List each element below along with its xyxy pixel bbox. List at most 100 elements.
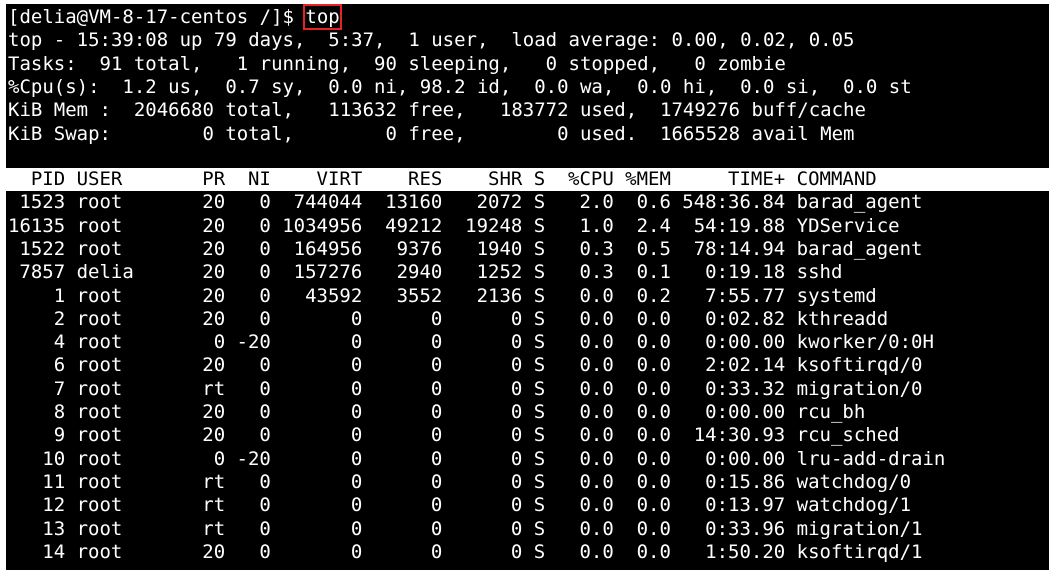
cell-time: 0:00.00 <box>705 331 786 354</box>
cell-mem: 0.0 <box>636 401 671 423</box>
cell-state: S <box>533 331 546 354</box>
column-header-pr: PR <box>202 168 226 190</box>
cell-pid: 7 <box>53 377 66 400</box>
cell-ni: 0 <box>259 540 271 563</box>
cell-shr: 0 <box>510 540 523 563</box>
cell-command: ksoftirqd/1 <box>796 540 923 563</box>
cell-pid: 14 <box>42 540 66 563</box>
cell-res: 0 <box>430 354 443 377</box>
cell-pr: 20 <box>202 214 226 237</box>
column-header-mem: %MEM <box>625 168 671 190</box>
table-row: 1 root 20 0 43592 3552 2136 S 0.0 0.2 7:55.77 syste… <box>6 285 1049 308</box>
cell-time: 0:13.97 <box>705 494 786 517</box>
cell-shr: 0 <box>510 470 523 493</box>
cell-pid: 1522 <box>19 237 66 260</box>
cell-res: 49212 <box>385 214 443 237</box>
shell-prompt: [delia@VM-8-17-centos /]$ <box>8 6 306 28</box>
cell-pr: 20 <box>202 540 226 563</box>
cell-shr: 0 <box>510 494 523 517</box>
cell-virt: 0 <box>350 494 363 517</box>
cell-pr: 20 <box>202 284 226 307</box>
cell-pid: 1523 <box>19 191 66 214</box>
cell-user: root <box>76 237 123 260</box>
cell-virt: 0 <box>350 424 363 447</box>
column-header-user: USER <box>76 168 123 190</box>
table-row: 2 root 20 0 0 0 0 S 0.0 0.0 0:02.82 kthreadd <box>6 308 1049 331</box>
summary-tasks: Tasks: 91 total, 1 running, 90 sleeping,… <box>8 52 786 75</box>
cell-cpu: 0.0 <box>579 401 614 423</box>
cell-time: 0:00.00 <box>705 401 786 423</box>
summary-mem: KiB Mem : 2046680 total, 113632 free, 18… <box>8 99 866 122</box>
cell-pid: 7857 <box>19 261 66 284</box>
cell-res: 0 <box>430 377 443 400</box>
cell-time: 78:14.94 <box>693 237 786 260</box>
cell-virt: 157276 <box>293 261 363 284</box>
cell-pr: 20 <box>202 191 226 214</box>
cell-state: S <box>533 214 546 237</box>
cell-shr: 2072 <box>476 191 523 214</box>
cell-mem: 2.4 <box>636 214 671 237</box>
summary-uptime: top - 15:39:08 up 79 days, 5:37, 1 user,… <box>8 29 855 52</box>
cell-time: 0:33.32 <box>705 377 786 400</box>
cell-time: 0:15.86 <box>705 470 786 493</box>
cell-cpu: 0.0 <box>579 470 614 493</box>
table-row: 13 root rt 0 0 0 0 S 0.0 0.0 0:33.96 migration/1 <box>6 518 1049 541</box>
cell-mem: 0.5 <box>636 237 671 260</box>
cell-state: S <box>533 354 546 377</box>
cell-virt: 0 <box>350 331 363 354</box>
prompt-line: [delia@VM-8-17-centos /]$ top <box>8 4 342 30</box>
cell-cpu: 0.3 <box>579 261 614 284</box>
cell-virt: 1034956 <box>282 214 363 237</box>
column-header-state: S <box>533 168 546 190</box>
table-row: 7 root rt 0 0 0 0 S 0.0 0.0 0:33.32 migration/0 <box>6 378 1049 401</box>
cell-ni: 0 <box>259 354 271 377</box>
cell-ni: 0 <box>259 470 271 493</box>
cell-ni: 0 <box>259 424 271 447</box>
cell-state: S <box>533 494 546 517</box>
table-row: 4 root 0 -20 0 0 0 S 0.0 0.0 0:00.00 kworker/0:0H <box>6 331 1049 354</box>
table-row: 12 root rt 0 0 0 0 S 0.0 0.0 0:13.97 watchdog/1 <box>6 494 1049 517</box>
cell-shr: 0 <box>510 447 523 470</box>
cell-cpu: 0.0 <box>579 354 614 377</box>
cell-cpu: 0.0 <box>579 494 614 517</box>
cell-state: S <box>533 261 546 284</box>
cell-pr: 20 <box>202 237 226 260</box>
cell-res: 3552 <box>396 284 443 307</box>
cell-mem: 0.0 <box>636 424 671 447</box>
cell-user: root <box>76 331 123 354</box>
table-row: 6 root 20 0 0 0 0 S 0.0 0.0 2:02.14 ksoftirqd/0 <box>6 354 1049 377</box>
cell-virt: 164956 <box>293 237 363 260</box>
cell-ni: 0 <box>259 494 271 517</box>
cell-pr: 20 <box>202 424 226 447</box>
cell-state: S <box>533 401 546 423</box>
cell-mem: 0.1 <box>636 261 671 284</box>
summary-cpu: %Cpu(s): 1.2 us, 0.7 sy, 0.0 ni, 98.2 id… <box>8 75 912 98</box>
cell-cpu: 0.0 <box>579 284 614 307</box>
cell-user: root <box>76 494 123 517</box>
terminal-window[interactable]: [delia@VM-8-17-centos /]$ top top - 15:3… <box>6 4 1049 570</box>
cell-command: systemd <box>796 284 877 307</box>
cell-cpu: 0.0 <box>579 377 614 400</box>
table-row: 1523 root 20 0 744044 13160 2072 S 2.0 0.6 548:36.… <box>6 191 1049 214</box>
cell-res: 0 <box>430 540 443 563</box>
cell-pid: 12 <box>42 494 66 517</box>
process-table-header: PID USER PR NI VIRT RES SHR S %CPU %MEM TIME+ COMMA… <box>6 168 1049 192</box>
cell-user: root <box>76 284 123 307</box>
cell-res: 2940 <box>396 261 443 284</box>
column-header-virt: VIRT <box>316 168 363 190</box>
cell-shr: 0 <box>510 517 523 540</box>
cell-shr: 1252 <box>476 261 523 284</box>
cell-ni: 0 <box>259 261 271 284</box>
cell-state: S <box>533 377 546 400</box>
cell-virt: 43592 <box>305 284 363 307</box>
cell-pid: 4 <box>53 331 66 354</box>
column-header-command: COMMAND <box>796 168 877 190</box>
cell-pid: 11 <box>42 470 66 493</box>
cell-virt: 0 <box>350 307 363 330</box>
cell-cpu: 0.0 <box>579 424 614 447</box>
cell-ni: 0 <box>259 191 271 214</box>
cell-mem: 0.0 <box>636 377 671 400</box>
cell-command: watchdog/0 <box>796 470 912 493</box>
cell-res: 0 <box>430 494 443 517</box>
cell-pr: 20 <box>202 401 226 423</box>
